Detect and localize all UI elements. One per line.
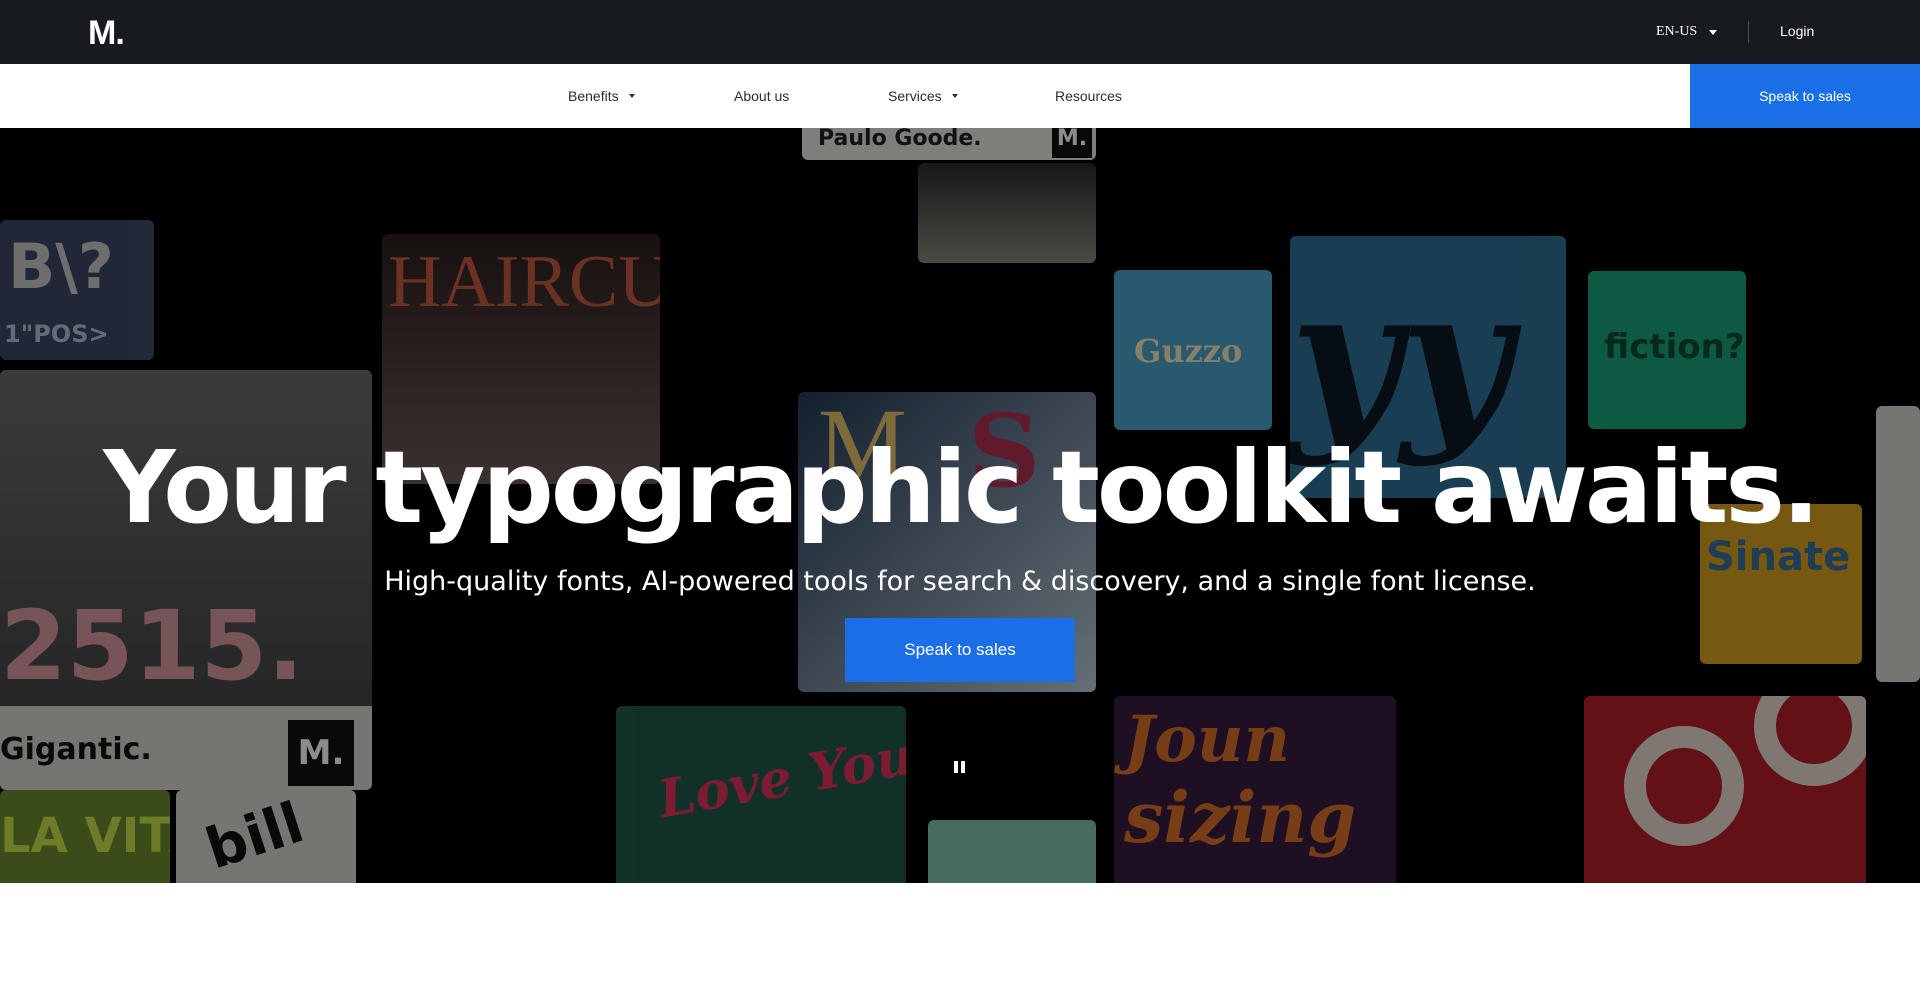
font-tile-teal bbox=[928, 820, 1096, 883]
nav-item-label: Services bbox=[888, 88, 942, 104]
tile-label: fiction? bbox=[1604, 327, 1745, 367]
font-tile-fiction: fiction? bbox=[1588, 271, 1746, 429]
font-tile-love-yourself: Love Yourself bbox=[616, 706, 906, 883]
tile-label: Gigantic. bbox=[0, 732, 152, 767]
hero-title: Your typographic toolkit awaits. bbox=[103, 429, 1820, 546]
nav-item-label: Resources bbox=[1055, 88, 1122, 104]
tile-label: sizing bbox=[1124, 776, 1357, 859]
tile-label: Paulo Goode. bbox=[818, 128, 982, 151]
nav-item-services[interactable]: Services bbox=[888, 88, 958, 104]
tile-badge: M. bbox=[1052, 128, 1092, 158]
pause-icon[interactable] bbox=[953, 760, 967, 774]
top-bar: M. EN-US Login bbox=[0, 0, 1920, 64]
tile-label: 2515. bbox=[0, 590, 304, 702]
topbar-divider bbox=[1748, 21, 1749, 43]
nav-item-about-us[interactable]: About us bbox=[734, 88, 789, 104]
nav-item-label: Benefits bbox=[568, 88, 619, 104]
main-nav: Benefits About us Services Resources bbox=[0, 64, 1920, 128]
tile-badge: M. bbox=[288, 720, 354, 786]
speak-to-sales-nav-button[interactable]: Speak to sales bbox=[1690, 64, 1920, 128]
language-label: EN-US bbox=[1656, 24, 1698, 39]
font-tile-la-vita: LA VITA bbox=[0, 790, 170, 883]
nav-item-benefits[interactable]: Benefits bbox=[568, 88, 635, 104]
font-tile-pattern bbox=[1584, 696, 1866, 883]
nav-item-label: About us bbox=[734, 88, 790, 104]
chevron-down-icon bbox=[951, 94, 958, 98]
tile-label: HAIRCU bbox=[388, 241, 660, 323]
speak-to-sales-hero-button[interactable]: Speak to sales bbox=[845, 618, 1075, 682]
font-tile-bitcoin: B\? 1"POS> bbox=[0, 220, 154, 360]
login-link[interactable]: Login bbox=[1780, 23, 1814, 39]
tile-label: Love Yourself bbox=[653, 706, 906, 831]
chevron-down-icon bbox=[1709, 29, 1718, 35]
tile-label: Guzzo bbox=[1134, 332, 1243, 370]
font-tile-guzzo: Guzzo bbox=[1114, 270, 1272, 430]
hero-subtitle: High-quality fonts, AI-powered tools for… bbox=[384, 566, 1536, 597]
brand-logo[interactable]: M. bbox=[88, 14, 125, 53]
language-selector[interactable]: EN-US bbox=[1656, 24, 1718, 40]
hero-section: Paulo Goode. M. B\? 1"POS> HAIRCU Guzzo … bbox=[0, 128, 1920, 883]
font-tile-paulo-goode: Paulo Goode. M. bbox=[802, 128, 1096, 160]
font-tile-bill: bill bbox=[176, 790, 356, 883]
chevron-down-icon bbox=[628, 94, 635, 98]
font-tile-sizing: Joun sizing bbox=[1114, 696, 1396, 883]
font-tile-photo bbox=[918, 163, 1096, 263]
nav-item-resources[interactable]: Resources bbox=[1055, 88, 1122, 104]
page-content-below-hero bbox=[0, 883, 1920, 993]
